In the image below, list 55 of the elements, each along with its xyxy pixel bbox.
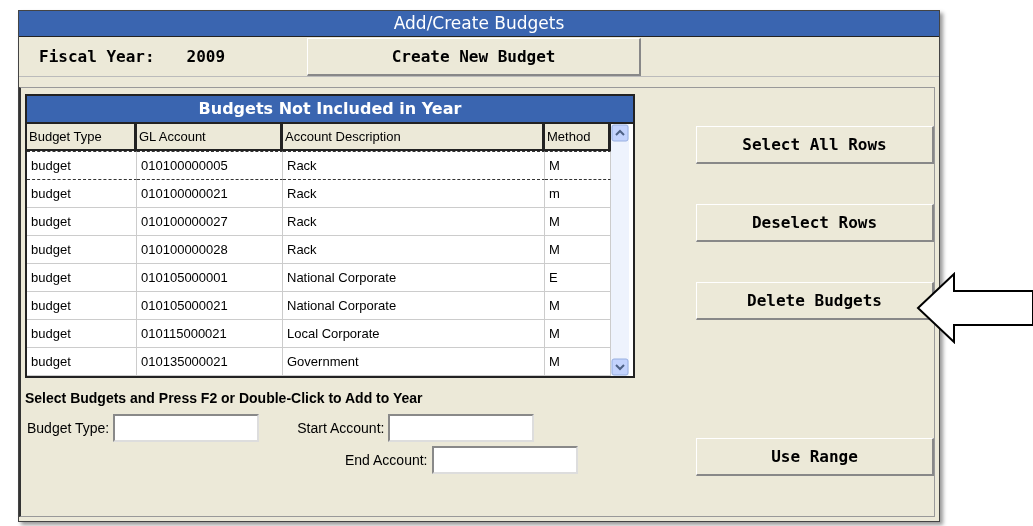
scrollbar[interactable] <box>611 124 629 376</box>
field-label: Budget Type: <box>27 420 110 436</box>
table-cell: budget <box>27 208 137 236</box>
action-button[interactable]: Use Range <box>696 438 934 476</box>
window-title: Add/Create Budgets <box>19 11 939 37</box>
fiscal-year-label: Fiscal Year: <box>39 47 155 66</box>
table-cell: M <box>545 236 611 264</box>
table-cell: Local Corporate <box>283 320 545 348</box>
table-cell: Rack <box>283 180 545 208</box>
action-button[interactable]: Deselect Rows <box>696 204 934 242</box>
table-cell: budget <box>27 320 137 348</box>
table-cell: M <box>545 151 611 180</box>
column-header[interactable]: Account Description <box>283 124 545 151</box>
scroll-up-icon[interactable] <box>611 124 629 142</box>
field-label: End Account: <box>345 452 428 468</box>
table-cell: National Corporate <box>283 264 545 292</box>
table-cell: 010100000028 <box>137 236 283 264</box>
table-cell: 010100000005 <box>137 151 283 180</box>
table-cell: 010105000001 <box>137 264 283 292</box>
table-cell: M <box>545 320 611 348</box>
table-cell: m <box>545 180 611 208</box>
table-cell: M <box>545 208 611 236</box>
table-cell: Rack <box>283 208 545 236</box>
scroll-down-icon[interactable] <box>611 358 629 376</box>
input-field[interactable] <box>431 446 578 474</box>
instruction-text: Select Budgets and Press F2 or Double-Click to Add to Year <box>25 390 424 406</box>
table-cell: budget <box>27 236 137 264</box>
table-cell: E <box>545 264 611 292</box>
table-cell: budget <box>27 180 137 208</box>
table-cell: 010115000021 <box>137 320 283 348</box>
table-cell: Rack <box>283 151 545 180</box>
table-cell: 010100000027 <box>137 208 283 236</box>
table-cell: Rack <box>283 236 545 264</box>
create-budget-button[interactable]: Create New Budget <box>307 37 642 76</box>
table-cell: M <box>545 292 611 320</box>
table-cell: National Corporate <box>283 292 545 320</box>
column-header[interactable]: GL Account <box>137 124 283 151</box>
action-button[interactable]: Select All Rows <box>696 126 934 164</box>
table-cell: 010100000021 <box>137 180 283 208</box>
table-cell: budget <box>27 292 137 320</box>
column-header[interactable]: Method <box>545 124 611 151</box>
column-header[interactable]: Budget Type <box>27 124 137 151</box>
table-cell: budget <box>27 264 137 292</box>
table-cell: budget <box>27 151 137 180</box>
table-cell: 010135000021 <box>137 348 283 376</box>
input-field[interactable] <box>388 414 535 442</box>
table-cell: Government <box>283 348 545 376</box>
input-field[interactable] <box>113 414 260 442</box>
table-cell: 010105000021 <box>137 292 283 320</box>
action-button[interactable]: Delete Budgets <box>696 282 934 320</box>
table-title: Budgets Not Included in Year <box>27 96 633 124</box>
table-cell: budget <box>27 348 137 376</box>
fiscal-year-value: 2009 <box>186 47 226 66</box>
field-label: Start Account: <box>297 420 385 436</box>
table-cell: M <box>545 348 611 376</box>
